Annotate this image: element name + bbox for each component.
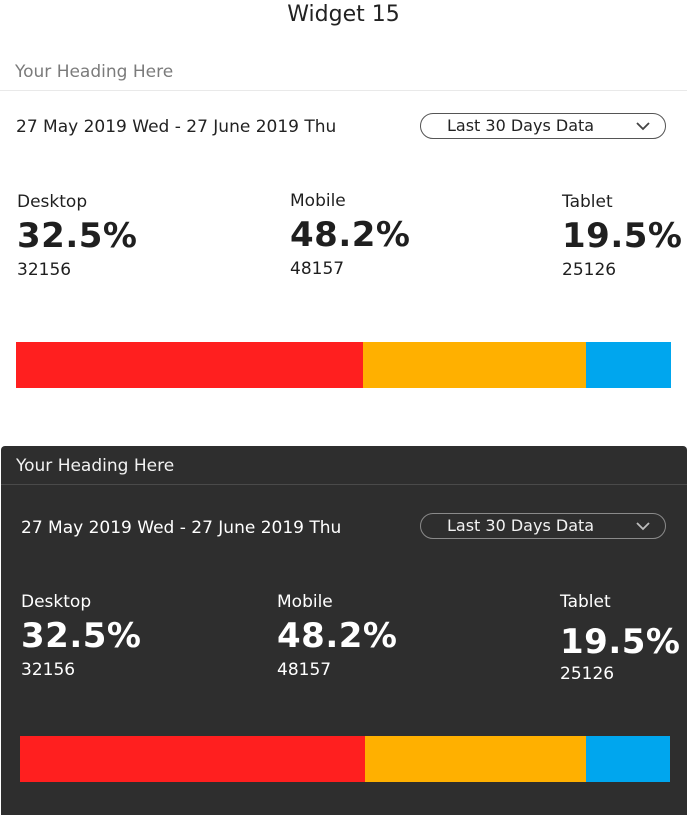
stat-label: Tablet xyxy=(560,592,611,612)
stat-desktop: Desktop 32.5% 32156 xyxy=(17,192,137,280)
dark-widget-card: Your Heading Here 27 May 2019 Wed - 27 J… xyxy=(1,446,687,815)
widget-heading: Your Heading Here xyxy=(16,456,175,476)
stat-count: 48157 xyxy=(290,259,345,279)
stat-label: Tablet xyxy=(562,192,613,212)
stat-percent: 19.5% xyxy=(562,216,683,256)
stat-count: 32156 xyxy=(21,660,76,680)
bar-segment-tablet xyxy=(585,736,670,782)
heading-divider xyxy=(1,484,687,485)
date-range-label: 27 May 2019 Wed - 27 June 2019 Thu xyxy=(16,117,337,137)
bar-segment-mobile xyxy=(364,736,586,782)
stat-count: 48157 xyxy=(277,660,332,680)
stat-count: 25126 xyxy=(560,664,615,684)
stat-tablet: Tablet 19.5% 25126 xyxy=(562,192,682,280)
chevron-down-icon xyxy=(636,122,650,131)
stat-desktop: Desktop 32.5% 32156 xyxy=(21,592,141,680)
distribution-bar xyxy=(16,342,671,388)
stat-tablet: Tablet 19.5% 25126 xyxy=(560,592,680,684)
period-select[interactable]: Last 30 Days Data xyxy=(420,513,666,539)
chevron-down-icon xyxy=(636,522,650,531)
stat-percent: 48.2% xyxy=(290,215,411,255)
period-select-label: Last 30 Days Data xyxy=(447,516,595,535)
stat-percent: 48.2% xyxy=(277,616,398,656)
bar-segment-mobile xyxy=(363,342,586,388)
heading-divider xyxy=(0,90,687,91)
date-range-label: 27 May 2019 Wed - 27 June 2019 Thu xyxy=(21,518,342,538)
widget-heading: Your Heading Here xyxy=(15,62,174,82)
bar-segment-desktop xyxy=(20,736,365,782)
stat-label: Mobile xyxy=(277,592,333,612)
light-widget-card: Your Heading Here 27 May 2019 Wed - 27 J… xyxy=(0,54,687,404)
page-title: Widget 15 xyxy=(287,2,400,27)
stat-label: Desktop xyxy=(17,192,88,212)
stat-label: Mobile xyxy=(290,191,346,211)
stat-count: 25126 xyxy=(562,260,617,280)
stat-count: 32156 xyxy=(17,260,72,280)
stat-label: Desktop xyxy=(21,592,92,612)
period-select-label: Last 30 Days Data xyxy=(447,116,595,135)
period-select[interactable]: Last 30 Days Data xyxy=(420,113,666,139)
stat-mobile: Mobile 48.2% 48157 xyxy=(277,592,397,680)
distribution-bar xyxy=(20,736,670,782)
stat-mobile: Mobile 48.2% 48157 xyxy=(290,191,410,279)
bar-segment-desktop xyxy=(16,342,364,388)
stat-percent: 32.5% xyxy=(21,616,142,656)
stat-percent: 32.5% xyxy=(17,216,138,256)
bar-segment-tablet xyxy=(585,342,671,388)
stat-percent: 19.5% xyxy=(560,622,681,662)
